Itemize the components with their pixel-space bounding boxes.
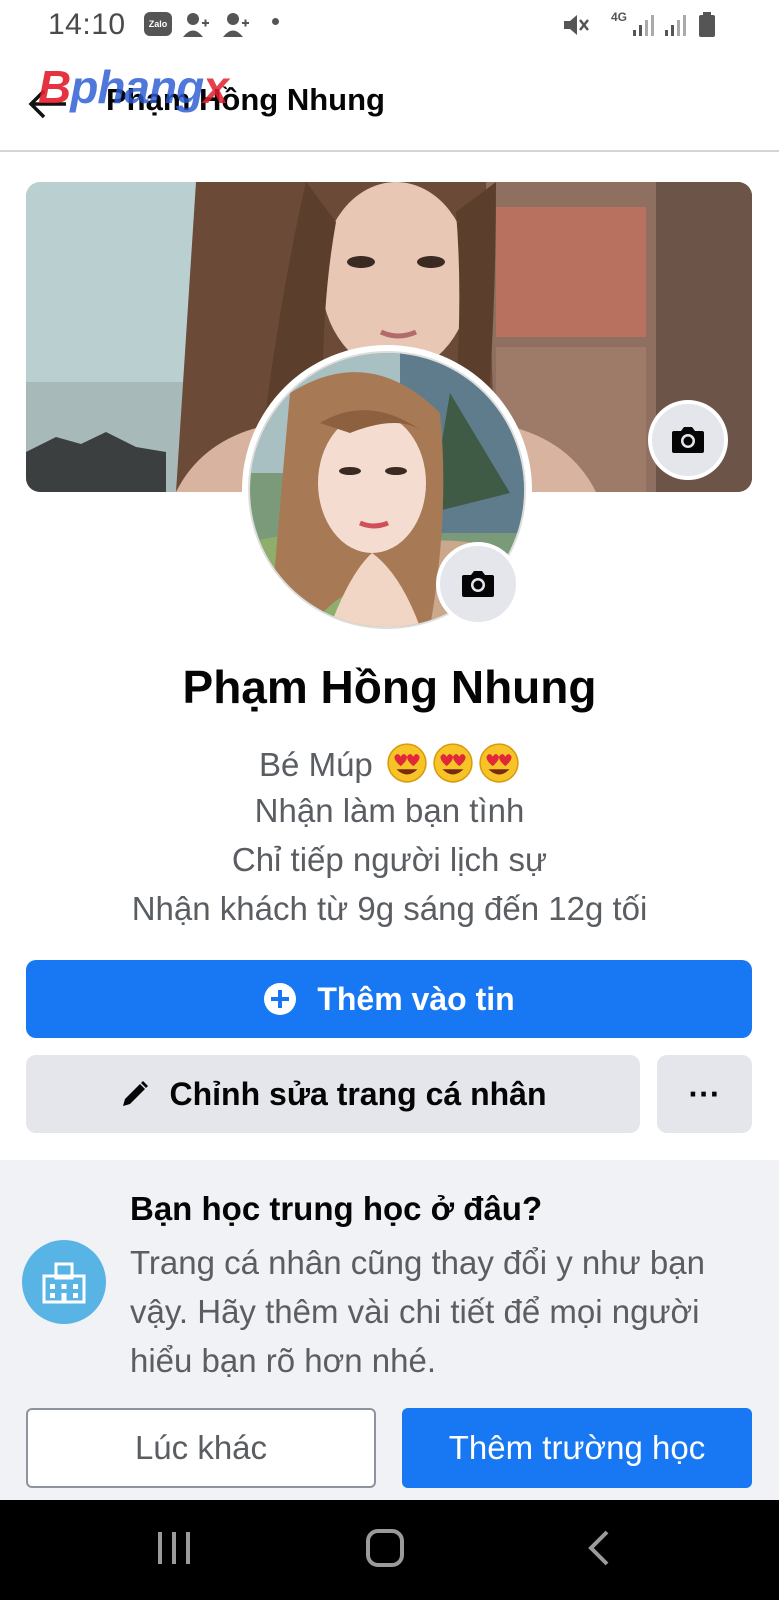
bio-emojis	[382, 743, 520, 783]
more-options-button[interactable]: ···	[657, 1055, 752, 1133]
school-building-icon	[22, 1240, 106, 1324]
avatar-camera-button[interactable]	[436, 542, 520, 626]
watermark-logo: Bphangx	[38, 61, 229, 113]
edit-profile-label: Chỉnh sửa trang cá nhân	[169, 1075, 547, 1112]
profile-name: Phạm Hồng Nhung	[182, 661, 597, 713]
heart-eyes-emoji	[387, 743, 427, 783]
back-nav-icon[interactable]	[585, 1528, 615, 1568]
system-nav-bar	[0, 1500, 779, 1600]
add-to-story-label: Thêm vào tin	[317, 980, 515, 1017]
school-prompt-card: Bạn học trung học ở đâu? Trang cá nhân c…	[0, 1160, 779, 1500]
signal-icon	[633, 15, 654, 36]
heart-eyes-emoji	[479, 743, 519, 783]
school-prompt-description: Trang cá nhân cũng thay đổi y như bạn vậ…	[130, 1244, 705, 1379]
bio-line: Nhận làm bạn tình	[254, 792, 525, 829]
more-icon: ···	[688, 1075, 721, 1112]
zalo-icon: Zalo	[144, 12, 172, 36]
bio-text: Bé Múp	[259, 746, 373, 783]
pencil-icon	[120, 1079, 150, 1109]
plus-circle-icon	[263, 982, 297, 1016]
signal-icon	[665, 15, 686, 36]
home-icon[interactable]	[365, 1528, 405, 1568]
heart-eyes-emoji	[433, 743, 473, 783]
recent-apps-icon[interactable]	[156, 1528, 192, 1568]
app-header: Phạm Hồng Nhung Bphangx	[0, 60, 779, 152]
edit-profile-button[interactable]: Chỉnh sửa trang cá nhân	[26, 1055, 640, 1133]
school-prompt-title: Bạn học trung học ở đâu?	[130, 1190, 543, 1227]
bio-line: Chỉ tiếp người lịch sự	[231, 841, 548, 878]
bio-line: Nhận khách từ 9g sáng đến 12g tối	[131, 890, 648, 927]
bio-line: Bé Múp	[0, 742, 779, 784]
mute-icon	[564, 15, 589, 35]
add-friend-icon	[183, 13, 209, 37]
status-time: 14:10	[48, 8, 126, 41]
add-school-button[interactable]: Thêm trường học	[402, 1408, 752, 1488]
status-bar: 14:10 Zalo 4G	[0, 0, 779, 50]
camera-icon	[462, 571, 494, 597]
later-button[interactable]: Lúc khác	[26, 1408, 376, 1488]
add-friend-icon	[223, 13, 249, 37]
cover-camera-button[interactable]	[648, 400, 728, 480]
camera-icon	[672, 427, 704, 453]
add-to-story-button[interactable]: Thêm vào tin	[26, 960, 752, 1038]
network-4g-icon: 4G	[611, 10, 628, 24]
dot-icon	[272, 18, 279, 25]
battery-icon	[699, 12, 715, 37]
